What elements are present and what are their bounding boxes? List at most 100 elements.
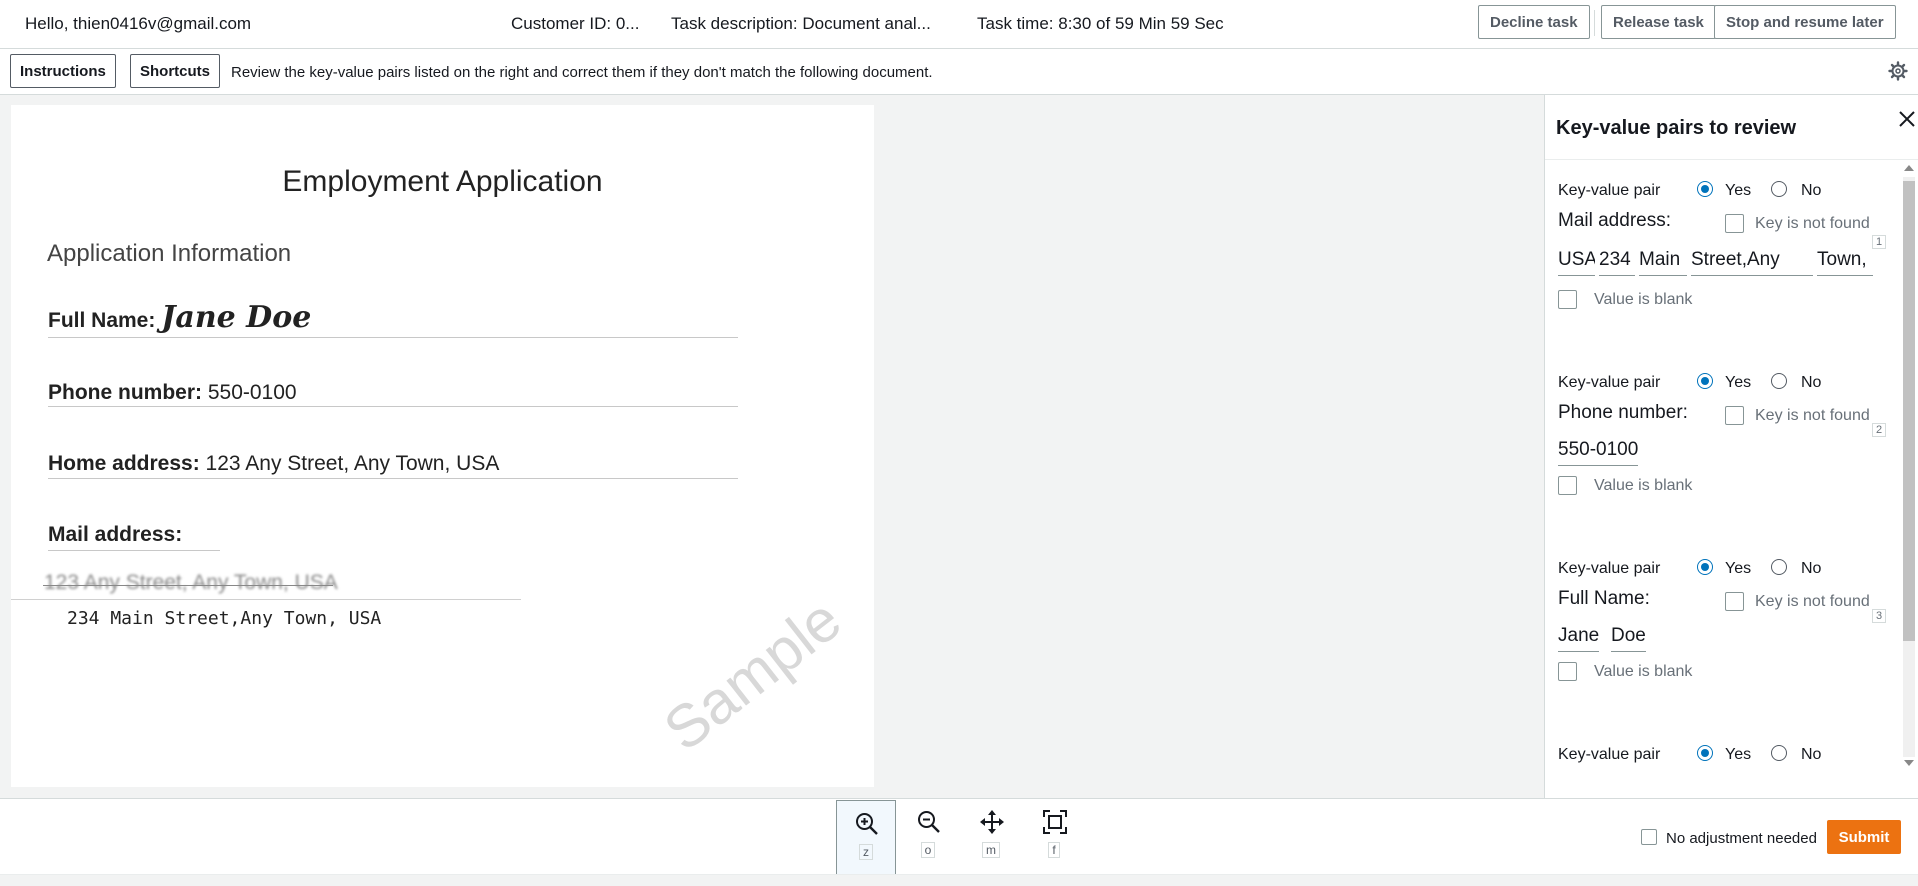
phone-row: Phone number: 550-0100 [48, 381, 297, 405]
phone-label: Phone number: [48, 381, 203, 404]
key-not-found-label: Key is not found [1755, 407, 1870, 424]
shortcuts-button[interactable]: Shortcuts [130, 54, 221, 88]
zoom-out-icon [918, 811, 940, 833]
zoom-in-icon [856, 813, 878, 835]
field-underline [48, 337, 738, 338]
yes-radio[interactable] [1697, 745, 1713, 761]
no-adjustment-checkbox[interactable] [1641, 829, 1657, 845]
top-bar: Hello, thien0416v@gmail.com Customer ID:… [0, 0, 1918, 49]
key-text[interactable]: Full Name: [1558, 588, 1650, 610]
full-name-handwritten: Jane Doe [161, 300, 312, 335]
yes-label: Yes [1725, 182, 1752, 199]
footer-strip [0, 874, 1918, 886]
key-not-found-label: Key is not found [1755, 593, 1870, 610]
home-address-row: Home address: 123 Any Street, Any Town, … [48, 452, 499, 476]
move-icon [980, 810, 1004, 834]
value-token[interactable]: Main [1639, 249, 1687, 276]
sample-watermark: Sample [651, 585, 854, 764]
no-radio[interactable] [1771, 745, 1787, 761]
shortcut-key: z [859, 844, 873, 860]
field-underline [11, 599, 521, 600]
key-text[interactable]: Phone number: [1558, 402, 1688, 424]
pair-label: Key-value pair [1558, 374, 1661, 391]
pair-label: Key-value pair [1558, 560, 1661, 577]
instruction-text: Review the key-value pairs listed on the… [231, 64, 933, 81]
stop-resume-later-button[interactable]: Stop and resume later [1714, 5, 1896, 39]
fit-screen-button[interactable]: f [1025, 799, 1083, 873]
release-task-button[interactable]: Release task [1601, 5, 1716, 39]
key-not-found-checkbox[interactable] [1725, 214, 1744, 233]
value-blank-label: Value is blank [1594, 291, 1693, 308]
value-blank-label: Value is blank [1594, 663, 1693, 680]
value-blank-checkbox[interactable] [1558, 662, 1577, 681]
document-image[interactable]: Employment Application Application Infor… [11, 105, 874, 787]
value-token[interactable]: 234 [1599, 249, 1635, 276]
panel-title: Key-value pairs to review [1556, 117, 1797, 139]
no-label: No [1801, 746, 1822, 763]
field-underline [48, 478, 738, 479]
no-label: No [1801, 560, 1822, 577]
home-address-value: 123 Any Street, Any Town, USA [199, 452, 500, 475]
pair-label: Key-value pair [1558, 182, 1661, 199]
value-blank-checkbox[interactable] [1558, 290, 1577, 309]
strikethrough-line [43, 585, 333, 586]
value-token[interactable]: Town, [1817, 249, 1873, 276]
instructions-button[interactable]: Instructions [10, 54, 116, 88]
yes-label: Yes [1725, 560, 1752, 577]
instruction-bar: Instructions Shortcuts Review the key-va… [0, 49, 1918, 95]
full-name-label: Full Name: [48, 309, 156, 332]
submit-button[interactable]: Submit [1827, 820, 1901, 854]
mail-address-label: Mail address: [48, 523, 183, 546]
pair-index-badge: 2 [1872, 423, 1887, 437]
scroll-up-arrow[interactable] [1904, 165, 1914, 171]
gear-icon[interactable] [1888, 61, 1908, 81]
no-radio[interactable] [1771, 559, 1787, 575]
pair-label: Key-value pair [1558, 746, 1661, 763]
field-underline [48, 550, 220, 551]
move-button[interactable]: m [962, 799, 1020, 873]
yes-radio[interactable] [1697, 181, 1713, 197]
shortcut-key: o [920, 842, 936, 858]
bottom-toolbar: z o m f No adjustment needed Submit [0, 798, 1918, 876]
mail-address-handwritten: 234 Main Street,Any Town, USA [67, 608, 382, 629]
phone-value: 550-0100 [202, 381, 297, 404]
home-address-label: Home address: [48, 452, 200, 475]
key-not-found-checkbox[interactable] [1725, 592, 1744, 611]
no-radio[interactable] [1771, 181, 1787, 197]
close-icon[interactable] [1895, 107, 1918, 131]
user-greeting: Hello, thien0416v@gmail.com [25, 14, 252, 33]
zoom-in-button[interactable]: z [836, 800, 896, 876]
task-time: Task time: 8:30 of 59 Min 59 Sec [977, 14, 1224, 33]
value-token[interactable]: 550-0100 [1558, 439, 1639, 466]
scroll-thumb[interactable] [1903, 181, 1915, 641]
key-not-found-label: Key is not found [1755, 215, 1870, 232]
task-description: Task description: Document anal... [671, 14, 931, 33]
no-label: No [1801, 374, 1822, 391]
divider [1545, 159, 1918, 160]
mail-address-row: Mail address: [48, 523, 182, 547]
pair-index-badge: 1 [1872, 235, 1887, 249]
yes-label: Yes [1725, 374, 1752, 391]
key-not-found-checkbox[interactable] [1725, 406, 1744, 425]
yes-radio[interactable] [1697, 373, 1713, 389]
value-token[interactable]: USA [1558, 249, 1595, 276]
value-token[interactable]: Doe [1611, 625, 1646, 652]
value-token[interactable]: Jane [1558, 625, 1600, 652]
pair-index-badge: 3 [1872, 609, 1887, 623]
yes-radio[interactable] [1697, 559, 1713, 575]
document-canvas[interactable]: Employment Application Application Infor… [0, 95, 1544, 798]
customer-id: Customer ID: 0... [511, 14, 640, 33]
document-title: Employment Application [282, 165, 603, 198]
field-underline [48, 406, 738, 407]
value-token[interactable]: Street,Any [1691, 249, 1813, 276]
decline-task-button[interactable]: Decline task [1478, 5, 1590, 39]
value-blank-checkbox[interactable] [1558, 476, 1577, 495]
panel-scrollbar[interactable] [1901, 163, 1917, 770]
value-blank-label: Value is blank [1594, 477, 1693, 494]
scroll-down-arrow[interactable] [1904, 760, 1914, 766]
zoom-out-button[interactable]: o [899, 799, 957, 873]
key-text[interactable]: Mail address: [1558, 210, 1671, 232]
no-radio[interactable] [1771, 373, 1787, 389]
yes-label: Yes [1725, 746, 1752, 763]
fit-screen-icon [1043, 810, 1067, 834]
